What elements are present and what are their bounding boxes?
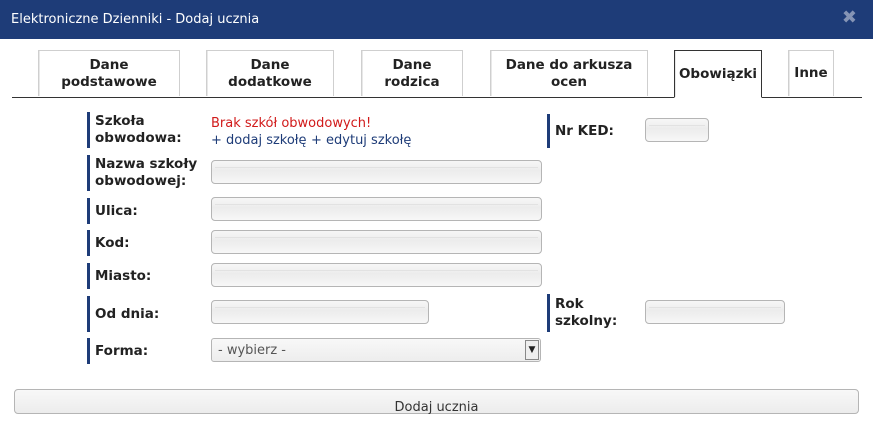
ulica-label: Ulica:: [87, 198, 195, 224]
szkola-obwodowa-label: Szkoła obwodowa:: [87, 112, 200, 148]
tab-label: Obowiązki: [678, 65, 758, 82]
dialog-titlebar: Elektroniczne Dzienniki - Dodaj ucznia ✖: [0, 0, 873, 39]
nr-ked-input[interactable]: [645, 118, 709, 142]
od-dnia-input[interactable]: [211, 300, 429, 324]
tab-inne[interactable]: Inne: [788, 50, 834, 96]
miasto-label-text: Miasto:: [95, 267, 152, 284]
tab-label: Inne: [794, 65, 828, 81]
add-school-link[interactable]: + dodaj szkołę: [211, 133, 307, 148]
miasto-label: Miasto:: [87, 263, 195, 289]
od-dnia-label: Od dnia:: [87, 296, 195, 332]
tab-dane-podstawowe[interactable]: Dane podstawowe: [38, 50, 180, 96]
nr-ked-label-text: Nr KED:: [555, 122, 614, 139]
tab-label: Dane rodzica: [384, 56, 440, 90]
kod-input[interactable]: [211, 230, 542, 254]
add-student-button[interactable]: Dodaj ucznia: [14, 389, 859, 415]
nazwa-szkoly-label-text: Nazwa szkoły obwodowej:: [95, 156, 198, 189]
edit-school-link[interactable]: + edytuj szkołę: [311, 133, 411, 148]
tab-label: Dane dodatkowe: [228, 56, 312, 90]
ulica-label-text: Ulica:: [95, 202, 138, 219]
forma-label: Forma:: [87, 338, 195, 364]
chevron-down-icon[interactable]: ▼: [525, 340, 539, 360]
tab-dane-dodatkowe[interactable]: Dane dodatkowe: [206, 50, 334, 96]
dialog-title: Elektroniczne Dzienniki - Dodaj ucznia: [11, 12, 260, 27]
szkola-obwodowa-label-text: Szkoła obwodowa:: [95, 113, 182, 146]
forma-selected-value: - wybierz -: [218, 343, 287, 358]
nazwa-szkoly-input[interactable]: [211, 160, 542, 184]
tab-obowiazki[interactable]: Obowiązki: [674, 50, 762, 98]
nr-ked-label: Nr KED:: [547, 114, 625, 148]
tab-label: Dane do arkusza ocen: [505, 56, 633, 90]
tab-bar: Dane podstawowe Dane dodatkowe Dane rodz…: [12, 50, 862, 98]
tab-dane-rodzica[interactable]: Dane rodzica: [361, 50, 463, 96]
ulica-input[interactable]: [211, 197, 542, 221]
rok-szkolny-label: Rok szkolny:: [547, 294, 635, 332]
rok-szkolny-input[interactable]: [645, 300, 785, 324]
tab-label: Dane podstawowe: [61, 56, 157, 90]
miasto-input[interactable]: [211, 263, 542, 287]
nazwa-szkoly-label: Nazwa szkoły obwodowej:: [87, 155, 205, 191]
tab-dane-do-arkusza-ocen[interactable]: Dane do arkusza ocen: [490, 50, 648, 96]
forma-select[interactable]: - wybierz - ▼: [211, 338, 541, 362]
rok-szkolny-label-text: Rok szkolny:: [555, 296, 618, 329]
close-icon[interactable]: ✖: [842, 8, 857, 28]
forma-label-text: Forma:: [95, 342, 149, 359]
kod-label: Kod:: [87, 230, 195, 256]
kod-label-text: Kod:: [95, 234, 130, 251]
no-schools-message: Brak szkół obwodowych!: [211, 116, 372, 131]
od-dnia-label-text: Od dnia:: [95, 305, 160, 322]
